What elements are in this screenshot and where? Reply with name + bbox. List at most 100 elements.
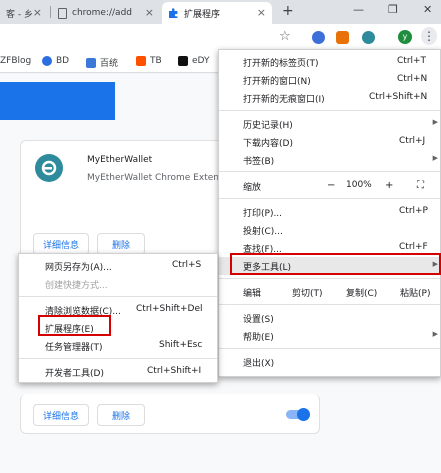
chevron-right-icon: ▶ <box>432 330 438 338</box>
chrome-main-menu: 打开新的标签页(T) Ctrl+T 打开新的窗口(N) Ctrl+N 打开新的无痕窗… <box>218 49 441 377</box>
menu-item-incognito[interactable]: 打开新的无痕窗口(I) Ctrl+Shift+N <box>219 89 440 107</box>
menu-button[interactable]: ⋮ <box>421 27 437 45</box>
extension-icon[interactable] <box>312 31 325 44</box>
fox-extension-icon[interactable] <box>336 31 349 44</box>
paste-button[interactable]: 粘贴(P) <box>400 286 430 299</box>
menu-item-settings[interactable]: 设置(S) <box>219 309 440 327</box>
submenu-item-create-shortcut: 创建快捷方式... <box>19 275 217 293</box>
submenu-item-dev-tools[interactable]: 开发者工具(D) Ctrl+Shift+I <box>19 363 217 381</box>
chevron-right-icon: ▶ <box>432 118 438 126</box>
extension-name: MyEtherWallet <box>87 155 153 165</box>
chart-icon <box>86 57 96 68</box>
menu-label: 投射(C)... <box>243 227 283 237</box>
highlight-box <box>38 315 111 336</box>
menu-item-edit: 编辑 剪切(T) 复制(C) 粘贴(P) <box>219 283 440 301</box>
avatar[interactable]: y <box>398 30 412 44</box>
page-header <box>0 82 115 120</box>
menu-shortcut: Shift+Esc <box>159 340 203 350</box>
menu-divider <box>219 171 440 172</box>
bookmark-label: TB <box>150 56 162 66</box>
menu-label: 退出(X) <box>243 359 275 369</box>
myetherwallet-extension-icon[interactable] <box>362 31 375 44</box>
cut-button[interactable]: 剪切(T) <box>292 286 323 299</box>
tab-blog[interactable]: 客 - 乡 × <box>0 2 48 24</box>
menu-item-print[interactable]: 打印(P)... Ctrl+P <box>219 203 440 221</box>
paw-icon <box>42 56 52 66</box>
menu-shortcut: Ctrl+T <box>397 56 427 66</box>
remove-button[interactable]: 删除 <box>97 233 145 255</box>
bookmark-zfblog[interactable]: ZFBlog <box>0 56 31 66</box>
menu-label: 网页另存为(A)... <box>45 263 112 273</box>
menu-item-cast[interactable]: 投射(C)... <box>219 221 440 239</box>
menu-item-help[interactable]: 帮助(E) ▶ <box>219 327 440 345</box>
bookmark-baitong[interactable]: 百统 <box>86 56 118 69</box>
bookmark-label: ZFBlog <box>0 56 32 66</box>
bookmark-label: BD <box>56 56 70 66</box>
tab-chrome-add[interactable]: chrome://add × <box>52 2 160 24</box>
bookmark-tb[interactable]: TB <box>136 56 162 66</box>
menu-label: 开发者工具(D) <box>45 369 104 379</box>
submenu-item-task-manager[interactable]: 任务管理器(T) Shift+Esc <box>19 337 217 355</box>
menu-divider <box>19 296 217 297</box>
menu-item-exit[interactable]: 退出(X) <box>219 353 440 371</box>
menu-item-new-window[interactable]: 打开新的窗口(N) Ctrl+N <box>219 71 440 89</box>
menu-shortcut: Ctrl+N <box>397 74 428 84</box>
menu-label: 创建快捷方式... <box>45 281 108 291</box>
tab-label: 扩展程序 <box>184 9 221 20</box>
highlight-box <box>230 253 441 275</box>
menu-item-bookmarks[interactable]: 书签(B) ▶ <box>219 151 440 169</box>
enable-toggle[interactable] <box>286 408 310 421</box>
restore-button[interactable]: ❐ <box>388 3 398 16</box>
menu-label: 书签(B) <box>243 157 275 167</box>
bookmark-label: eDY <box>192 56 210 66</box>
tab-extensions[interactable]: 扩展程序 × <box>162 2 272 24</box>
menu-label: 打印(P)... <box>243 209 283 219</box>
submenu-item-save-page[interactable]: 网页另存为(A)... Ctrl+S <box>19 257 217 275</box>
remove-button[interactable]: 删除 <box>97 404 145 426</box>
tab-divider <box>50 6 51 18</box>
menu-divider <box>219 198 440 199</box>
fullscreen-icon[interactable]: ⛶ <box>417 180 424 191</box>
minimize-button[interactable]: — <box>353 3 364 16</box>
zoom-out-button[interactable]: − <box>327 180 335 191</box>
extension-card-bottom: 详细信息 删除 <box>20 394 320 434</box>
close-icon[interactable]: × <box>257 6 266 19</box>
menu-item-history[interactable]: 历史记录(H) ▶ <box>219 115 440 133</box>
menu-divider <box>219 304 440 305</box>
bookmark-edy[interactable]: eDY <box>178 56 209 66</box>
details-button[interactable]: 详细信息 <box>33 404 89 426</box>
menu-label: 打开新的窗口(N) <box>243 77 311 87</box>
close-icon[interactable]: × <box>33 6 42 19</box>
menu-shortcut: Ctrl+Shift+N <box>369 92 428 102</box>
tab-strip: 客 - 乡 × chrome://add × 扩展程序 × + — ❐ ✕ <box>0 0 441 24</box>
menu-label: 打开新的标签页(T) <box>243 59 319 69</box>
bookmark-bd[interactable]: BD <box>42 56 69 66</box>
menu-divider <box>19 358 217 359</box>
menu-item-new-tab[interactable]: 打开新的标签页(T) Ctrl+T <box>219 53 440 71</box>
menu-label: 下载内容(D) <box>243 139 293 149</box>
zoom-in-button[interactable]: + <box>385 180 393 191</box>
menu-label: 缩放 <box>243 183 262 193</box>
menu-divider <box>219 110 440 111</box>
zoom-level: 100% <box>346 180 372 190</box>
close-window-button[interactable]: ✕ <box>423 3 432 16</box>
tab-label: 客 - 乡 <box>6 9 33 20</box>
menu-item-downloads[interactable]: 下载内容(D) Ctrl+J <box>219 133 440 151</box>
menu-shortcut: Ctrl+J <box>399 136 426 146</box>
bookmark-star-icon[interactable]: ☆ <box>279 29 291 44</box>
menu-label: 打开新的无痕窗口(I) <box>243 95 325 105</box>
toolbar: ☆ y ⋮ <box>0 24 441 51</box>
menu-shortcut: Ctrl+P <box>399 206 428 216</box>
details-button[interactable]: 详细信息 <box>33 233 89 255</box>
page-icon <box>58 7 67 19</box>
toggle-knob <box>297 408 310 421</box>
taobao-icon <box>136 56 146 66</box>
menu-label: 帮助(E) <box>243 333 274 343</box>
close-icon[interactable]: × <box>145 6 154 19</box>
menu-label: 设置(S) <box>243 315 274 325</box>
extension-description: MyEtherWallet Chrome Exten <box>87 173 219 183</box>
new-tab-button[interactable]: + <box>282 3 294 19</box>
menu-label: 编辑 <box>243 289 262 299</box>
copy-button[interactable]: 复制(C) <box>346 286 377 299</box>
menu-shortcut: Ctrl+Shift+I <box>147 366 202 376</box>
